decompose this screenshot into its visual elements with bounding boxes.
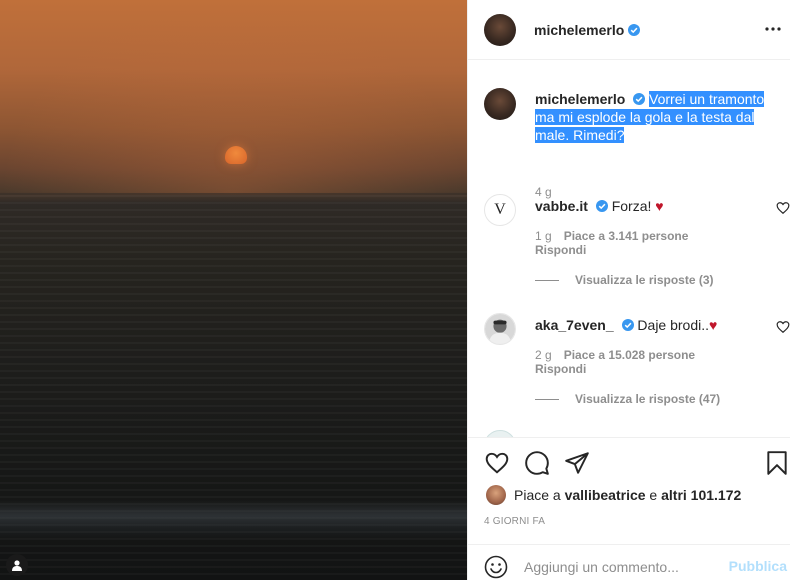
publish-button[interactable]: Pubblica [729, 558, 787, 574]
replies-divider [535, 279, 559, 281]
view-replies-button[interactable]: Visualizza le risposte (47) [535, 392, 720, 406]
avatar-photo [485, 314, 515, 344]
more-options-button[interactable] [762, 18, 784, 40]
comment-meta: 1 g Piace a 3.141 persone [535, 229, 688, 243]
post-details-panel: michelemerlo michelemerlo Vorrei un tram… [467, 0, 790, 580]
sea-surf [0, 500, 467, 540]
commenter-avatar[interactable] [484, 313, 516, 345]
comment-text: vabbe.it Forza! ♥ [535, 197, 664, 215]
red-heart-emoji: ♥ [709, 317, 718, 333]
smiley-icon[interactable] [484, 555, 508, 579]
author-avatar[interactable] [484, 13, 516, 46]
reply-button[interactable]: Rispondi [535, 243, 586, 257]
reply-button[interactable]: Rispondi [535, 362, 586, 376]
comment-time[interactable]: 1 g [535, 229, 552, 243]
caption-author-username[interactable]: michelemerlo [535, 91, 625, 107]
next-commenter-avatar[interactable] [484, 430, 516, 437]
commenter-username[interactable]: vabbe.it [535, 198, 588, 214]
post-actions-bar [468, 437, 790, 485]
verified-badge-icon [633, 93, 646, 105]
liker-username[interactable]: vallibeatrice [565, 487, 646, 503]
post-date[interactable]: 4 GIORNI FA [484, 516, 545, 527]
post-photo[interactable] [0, 0, 467, 580]
add-comment-bar: Pubblica [468, 544, 790, 580]
heart-outline-icon[interactable] [484, 450, 510, 476]
verified-badge-icon [595, 200, 608, 212]
comment-bubble-icon[interactable] [524, 450, 550, 476]
liker-avatar[interactable] [486, 485, 506, 505]
likes-summary: Piace a vallibeatrice e altri 101.172 [486, 485, 741, 505]
likes-prefix: Piace a [514, 487, 561, 503]
user-silhouette-icon [12, 560, 22, 571]
view-replies-label: Visualizza le risposte (47) [575, 392, 721, 406]
comment-text: aka_7even_ Daje brodi..♥ [535, 316, 717, 334]
comments-list[interactable]: michelemerlo Vorrei un tramonto ma mi es… [468, 61, 790, 437]
verified-badge-icon [628, 23, 641, 36]
verified-badge-icon [621, 319, 634, 331]
likes-middle: e [649, 487, 658, 503]
sun [225, 146, 247, 164]
post-header: michelemerlo [468, 0, 790, 60]
caption-author-avatar[interactable] [484, 88, 516, 120]
sky-glow [0, 0, 467, 195]
replies-divider [535, 398, 559, 400]
comment-like-heart-icon[interactable] [776, 201, 790, 215]
comment-time[interactable]: 2 g [535, 348, 552, 362]
user-tag-button[interactable] [6, 554, 28, 576]
comment-input[interactable] [524, 556, 724, 578]
comment-meta: 2 g Piace a 15.028 persone [535, 348, 695, 362]
bookmark-icon[interactable] [764, 450, 790, 476]
vabbe-logo: V [494, 201, 506, 218]
comment-body: Forza! [611, 198, 656, 214]
likes-count-button[interactable]: altri 101.172 [661, 487, 741, 503]
commenter-avatar[interactable]: V [484, 194, 516, 226]
view-replies-label: Visualizza le risposte (3) [575, 273, 714, 287]
comment-body: Daje brodi.. [637, 317, 710, 333]
paper-plane-icon[interactable] [564, 450, 590, 476]
comment-likes[interactable]: Piace a 3.141 persone [564, 229, 689, 243]
more-dots-icon [765, 27, 781, 31]
view-replies-button[interactable]: Visualizza le risposte (3) [535, 273, 714, 287]
comment-like-heart-icon[interactable] [776, 320, 790, 334]
caption-text: michelemerlo Vorrei un tramonto ma mi es… [535, 90, 775, 144]
commenter-username[interactable]: aka_7even_ [535, 317, 614, 333]
comment-likes[interactable]: Piace a 15.028 persone [564, 348, 695, 362]
red-heart-emoji: ♥ [655, 198, 664, 214]
author-username[interactable]: michelemerlo [534, 22, 624, 38]
